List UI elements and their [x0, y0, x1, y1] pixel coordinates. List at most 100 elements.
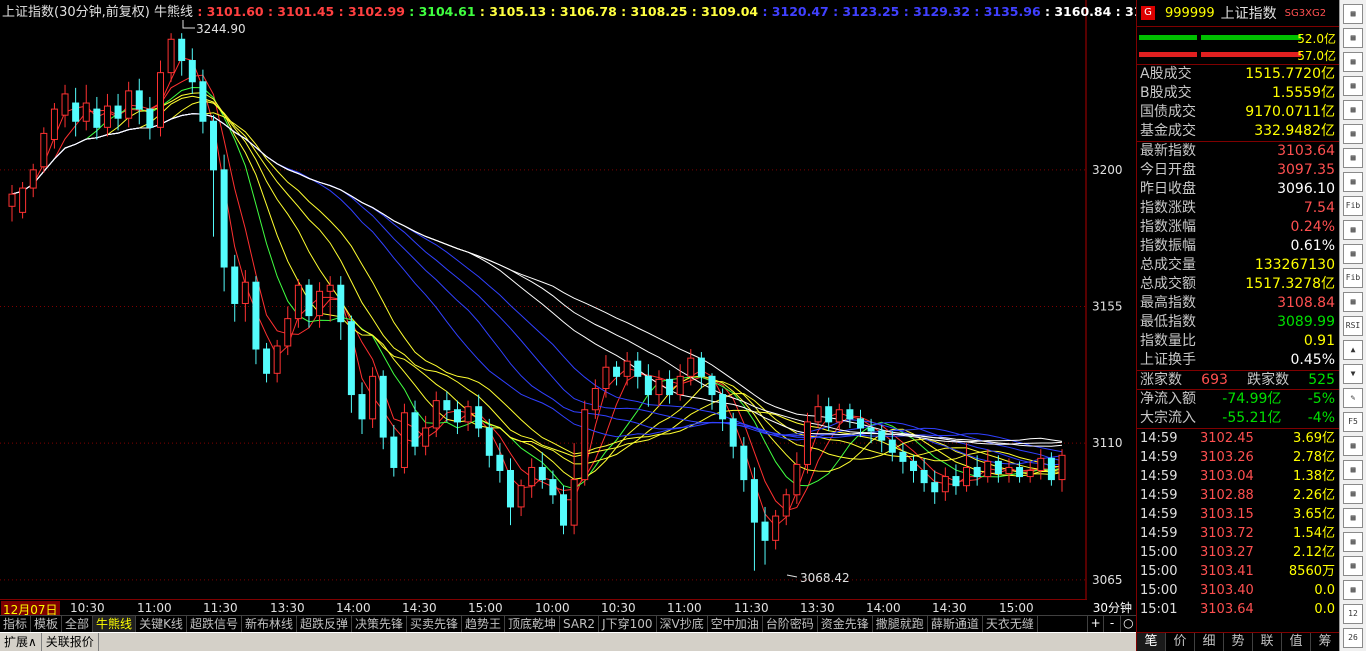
time-label: 11:30 — [203, 601, 238, 615]
indicator-tab[interactable]: 超跌信号 — [187, 616, 242, 632]
period-label[interactable]: 30分钟 — [1087, 599, 1136, 615]
quote-tab[interactable]: 值 — [1282, 633, 1311, 651]
quote-tab[interactable]: 价 — [1166, 633, 1195, 651]
tool-icon[interactable]: ▦ — [1343, 460, 1363, 480]
bottom-tab[interactable]: 扩展∧ — [0, 633, 42, 651]
indicator-tab[interactable]: 资金先锋 — [818, 616, 873, 632]
tool-icon[interactable]: ▦ — [1343, 76, 1363, 96]
indicator-tab[interactable]: 空中加油 — [708, 616, 763, 632]
quote-tab[interactable]: 筹 — [1311, 633, 1340, 651]
ma-value: : 3102.99 — [334, 4, 405, 19]
indicator-tab[interactable]: 指标 — [0, 616, 32, 632]
stat-row: 指数振幅 0.61% — [1137, 237, 1339, 256]
stat-label: B股成交 — [1140, 85, 1192, 101]
candle-body — [231, 266, 239, 304]
quote-tab[interactable]: 势 — [1224, 633, 1253, 651]
tool-icon[interactable]: ✎ — [1343, 388, 1363, 408]
logo-icon: G — [1141, 6, 1155, 20]
quote-tab[interactable]: 联 — [1253, 633, 1282, 651]
tool-icon[interactable]: Fib — [1343, 268, 1363, 288]
stat-value: 0.24% — [1290, 219, 1335, 235]
tool-icon[interactable]: ▦ — [1343, 148, 1363, 168]
candle-body — [528, 466, 536, 487]
indicator-tab[interactable]: 模板 — [31, 616, 63, 632]
candle-body — [581, 409, 589, 481]
indicator-tab[interactable]: 超跌反弹 — [297, 616, 352, 632]
tool-icon[interactable]: ▦ — [1343, 172, 1363, 192]
time-label: 14:30 — [402, 601, 437, 615]
kline-svg[interactable]: 3200 3155 3110 3065 3244.90 3068.42 — [0, 0, 1136, 599]
turnover-group: A股成交 1515.7720亿 B股成交 1.5559亿 国债成交 9170.0711亿基… — [1137, 65, 1339, 142]
tool-icon[interactable]: RSI — [1343, 316, 1363, 336]
indicator-tab[interactable]: 顶底乾坤 — [505, 616, 561, 632]
tool-icon[interactable]: ▦ — [1343, 4, 1363, 24]
mini-control[interactable]: + — [1087, 615, 1103, 632]
stock-code: 999999 — [1165, 5, 1215, 21]
candle-body — [655, 378, 663, 396]
tool-icon[interactable]: ▦ — [1343, 556, 1363, 576]
tick-row: 14:59 3102.45 3.69亿 — [1137, 429, 1339, 448]
kline-chart[interactable]: 3200 3155 3110 3065 3244.90 3068.42 上证指数(30分钟… — [0, 0, 1136, 599]
tool-icon[interactable]: 12 — [1343, 604, 1363, 624]
tick-price: 3103.64 — [1200, 602, 1254, 617]
indicator-tab[interactable]: 决策先锋 — [352, 616, 407, 632]
low-annotation: 3068.42 — [800, 571, 850, 585]
tool-icon[interactable]: 26 — [1343, 628, 1363, 648]
candle-body — [856, 418, 864, 429]
candle-body — [729, 418, 737, 447]
mini-control[interactable]: ○ — [1119, 615, 1136, 632]
mini-control[interactable]: - — [1103, 615, 1119, 632]
quote-tab[interactable]: 笔 — [1137, 633, 1166, 651]
tool-icon[interactable]: ▦ — [1343, 580, 1363, 600]
tool-icon[interactable]: ▦ — [1343, 244, 1363, 264]
indicator-tab[interactable]: 薛斯通道 — [928, 616, 983, 632]
indicator-tab[interactable]: 新布林线 — [242, 616, 297, 632]
ma-line — [11, 86, 1063, 490]
candle-body — [188, 60, 196, 83]
ma-line — [11, 113, 1063, 445]
quote-tab[interactable]: 细 — [1195, 633, 1224, 651]
indicator-tab[interactable]: 台阶密码 — [763, 616, 818, 632]
candle-body — [156, 72, 164, 128]
candle-body — [835, 409, 843, 423]
indicator-tab[interactable]: SAR2 — [560, 616, 600, 632]
indicator-tab[interactable]: 全部 — [62, 616, 94, 632]
ma-line — [11, 92, 1063, 480]
indicator-tab[interactable]: 天衣无缝 — [983, 616, 1038, 632]
tool-icon[interactable]: ▦ — [1343, 52, 1363, 72]
bottom-tab[interactable]: 关联报价 — [42, 633, 99, 651]
indicator-tab[interactable]: 关键K线 — [136, 616, 187, 632]
tick-row: 14:59 3103.26 2.78亿 — [1137, 448, 1339, 467]
time-label: 14:00 — [866, 601, 901, 615]
stat-row: 基金成交 332.9482亿 — [1137, 122, 1339, 141]
tool-icon[interactable]: ▦ — [1343, 508, 1363, 528]
tool-icon[interactable]: ▦ — [1343, 436, 1363, 456]
indicator-tab[interactable]: 趋势王 — [462, 616, 506, 632]
indicator-tabs: 指标 模板 全部 牛熊线 关键K线 超跌信号 新布林线 超跌反弹 决策先锋 买卖先锋 趋势王 顶底乾坤… — [0, 615, 1136, 632]
tool-icon[interactable]: ▦ — [1343, 292, 1363, 312]
tick-list[interactable]: 14:59 3102.45 3.69亿 14:59 3103.26 2.78亿 14:59 3… — [1137, 429, 1339, 619]
stat-value: 7.54 — [1303, 200, 1335, 216]
candle-body — [8, 193, 16, 207]
tool-icon[interactable]: ▦ — [1343, 532, 1363, 552]
candle-body — [347, 321, 355, 396]
indicator-tab[interactable]: 撒腿就跑 — [873, 616, 928, 632]
tool-icon[interactable]: ▲ — [1343, 340, 1363, 360]
indicator-tab[interactable]: 深V抄底 — [657, 616, 708, 632]
tool-icon[interactable]: ▦ — [1343, 28, 1363, 48]
indicator-tab[interactable]: J下穿100 — [599, 616, 657, 632]
tool-icon[interactable]: ▼ — [1343, 364, 1363, 384]
candle-body — [888, 439, 896, 453]
tool-icon[interactable]: ▦ — [1343, 124, 1363, 144]
candle-body — [719, 394, 727, 420]
candle-body — [400, 412, 408, 468]
indicator-tab[interactable]: 牛熊线 — [93, 616, 137, 632]
stat-row: B股成交 1.5559亿 — [1137, 84, 1339, 103]
tool-icon[interactable]: Fib — [1343, 196, 1363, 216]
tick-volume: 0.0 — [1314, 583, 1335, 598]
tool-icon[interactable]: F5 — [1343, 412, 1363, 432]
tool-icon[interactable]: ▦ — [1343, 484, 1363, 504]
tool-icon[interactable]: ▦ — [1343, 100, 1363, 120]
tool-icon[interactable]: ▦ — [1343, 220, 1363, 240]
indicator-tab[interactable]: 买卖先锋 — [407, 616, 463, 632]
